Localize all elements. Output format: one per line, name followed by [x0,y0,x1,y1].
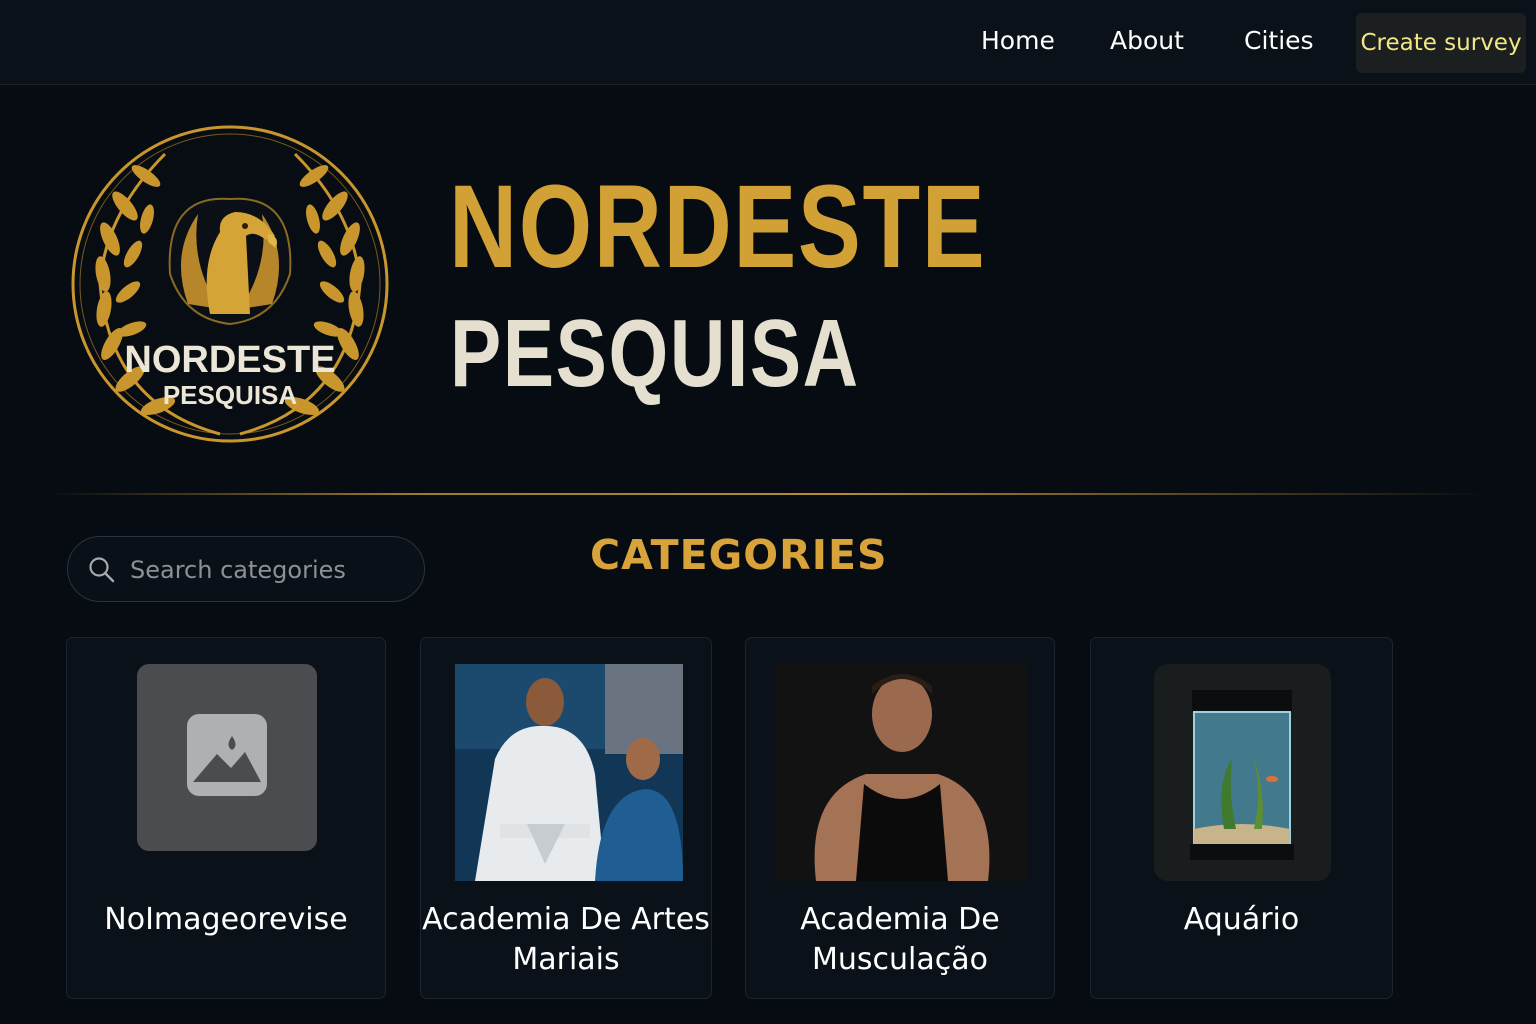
nav-about-link[interactable]: About [1110,26,1184,55]
category-name: Aquário [1183,902,1300,937]
category-card[interactable]: NoImageorevise [66,637,386,999]
top-navbar: Home About Cities Create survey [0,0,1536,85]
hero-title: NORDESTE [449,161,987,293]
placeholder-image-icon [137,664,317,851]
eagle-icon [168,197,292,326]
hero-subtitle: PESQUISA [450,300,860,407]
category-card[interactable]: Academia De Artes Mariais [420,637,712,999]
nav-home-link[interactable]: Home [981,26,1055,55]
logo-text-line2: PESQUISA [163,380,298,410]
gold-divider [48,493,1488,495]
category-card[interactable]: Academia De Musculação [745,637,1055,999]
logo-emblem: NORDESTE PESQUISA [70,104,392,466]
search-box[interactable] [67,536,425,602]
create-survey-button[interactable]: Create survey [1356,13,1526,73]
category-card[interactable]: Aquário [1090,637,1393,999]
search-icon [88,556,116,584]
nav-cities-link[interactable]: Cities [1244,26,1314,55]
category-name: NoImageorevise [104,902,348,937]
aquarium-photo [1154,664,1331,881]
martial-arts-photo [455,664,683,881]
categories-heading: CATEGORIES [590,531,888,579]
search-input[interactable] [128,551,412,589]
logo-text-line1: NORDESTE [124,339,335,381]
bodybuilder-photo [776,664,1028,881]
category-name: Academia De Artes Mariais [422,902,710,977]
category-name: Academia De Musculação [800,902,1000,977]
